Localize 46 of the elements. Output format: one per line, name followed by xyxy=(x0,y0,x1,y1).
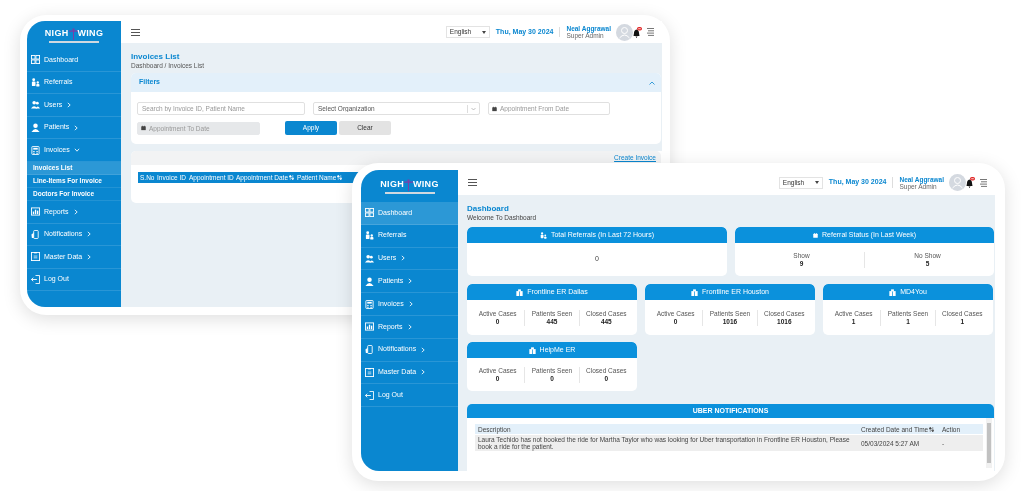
building-icon xyxy=(528,346,536,354)
logo-text: WING xyxy=(77,26,104,40)
logo-text: NIGH xyxy=(44,26,69,40)
document-icon xyxy=(365,367,374,377)
chevron-up-icon[interactable] xyxy=(649,80,655,85)
chevron-down-icon xyxy=(471,106,476,111)
building-icon xyxy=(516,288,524,296)
phone-icon xyxy=(365,345,374,355)
logo-text: WING xyxy=(413,177,439,191)
person-icon xyxy=(365,276,374,286)
calendar-icon xyxy=(813,232,818,238)
logout-icon xyxy=(365,390,374,400)
users-icon xyxy=(31,100,40,110)
calendar-icon xyxy=(141,125,146,131)
grid-icon xyxy=(365,208,374,218)
grid-icon xyxy=(31,55,40,65)
bell-icon[interactable] xyxy=(633,26,642,38)
page-title: Invoices List xyxy=(131,52,181,61)
page-title: Dashboard xyxy=(467,204,510,213)
sort-icon xyxy=(289,175,295,180)
caret-icon xyxy=(814,181,819,184)
menu-icon[interactable] xyxy=(131,28,140,36)
list-icon[interactable] xyxy=(647,28,654,36)
list-icon[interactable] xyxy=(980,178,987,187)
calendar-icon xyxy=(492,106,497,111)
chart-icon xyxy=(31,207,40,217)
scrollbar[interactable] xyxy=(986,418,992,468)
building-icon xyxy=(691,288,699,296)
bell-icon[interactable] xyxy=(966,177,975,188)
person-icon xyxy=(31,123,40,133)
logout-icon xyxy=(31,275,40,285)
caret-icon xyxy=(481,30,486,34)
chart-icon xyxy=(365,322,374,332)
logo-text: NIGH xyxy=(380,177,404,191)
sort-icon xyxy=(337,175,343,180)
people-icon xyxy=(539,231,547,239)
building-icon xyxy=(889,288,897,296)
calculator-icon xyxy=(31,145,40,155)
document-icon xyxy=(31,252,40,262)
people-icon xyxy=(365,231,374,241)
users-icon xyxy=(365,254,374,263)
sort-icon xyxy=(929,426,935,432)
menu-icon[interactable] xyxy=(468,179,477,186)
phone-icon xyxy=(31,229,40,239)
people-icon xyxy=(31,77,40,87)
calculator-icon xyxy=(365,299,374,309)
